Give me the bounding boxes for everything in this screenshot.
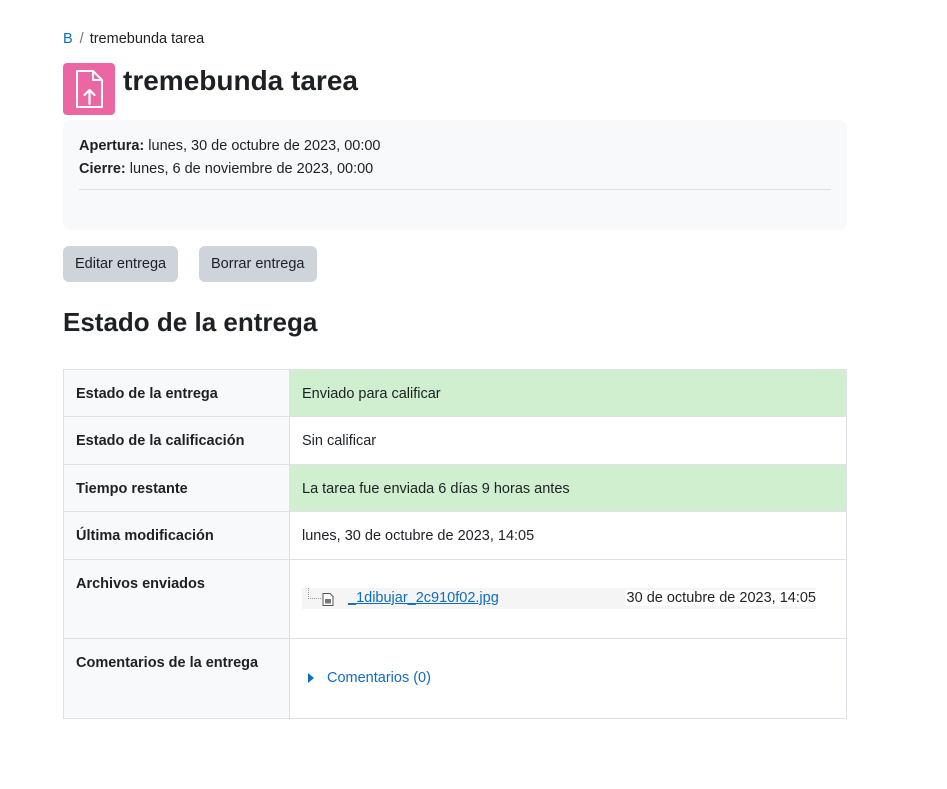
submission-status-table: Estado de la entrega Enviado para califi… bbox=[63, 369, 847, 719]
table-row-last-modified: Última modificación lunes, 30 de octubre… bbox=[63, 511, 847, 560]
file-date: 30 de octubre de 2023, 14:05 bbox=[624, 590, 816, 606]
delete-submission-button[interactable]: Borrar entrega bbox=[199, 246, 317, 282]
row-label: Última modificación bbox=[63, 511, 290, 560]
breadcrumb-current: tremebunda tarea bbox=[89, 31, 205, 47]
tree-connector bbox=[308, 588, 321, 599]
open-date-label: Apertura: bbox=[79, 138, 145, 154]
breadcrumb-separator: / bbox=[79, 31, 84, 47]
submission-status-value: Enviado para calificar bbox=[289, 369, 847, 417]
submitted-file-link[interactable]: _1dibujar_2c910f02.jpg bbox=[348, 590, 499, 606]
submission-comments-value: Comentarios (0) bbox=[289, 638, 847, 719]
comments-link[interactable]: Comentarios (0) bbox=[327, 670, 431, 686]
table-row-submission-comments: Comentarios de la entrega Comentarios (0… bbox=[63, 638, 847, 719]
caret-right-icon bbox=[308, 673, 314, 683]
table-row-submission-status: Estado de la entrega Enviado para califi… bbox=[63, 369, 847, 417]
last-modified-value: lunes, 30 de octubre de 2023, 14:05 bbox=[289, 511, 847, 560]
table-row-time-remaining: Tiempo restante La tarea fue enviada 6 d… bbox=[63, 464, 847, 512]
activity-dates: Apertura: lunes, 30 de octubre de 2023, … bbox=[63, 120, 847, 230]
row-label: Tiempo restante bbox=[63, 464, 290, 512]
close-date: Cierre: lunes, 6 de noviembre de 2023, 0… bbox=[79, 159, 373, 179]
comments-toggle[interactable]: Comentarios (0) bbox=[302, 670, 834, 686]
open-date: Apertura: lunes, 30 de octubre de 2023, … bbox=[79, 136, 380, 156]
row-label: Archivos enviados bbox=[63, 559, 290, 639]
page-title: tremebunda tarea bbox=[123, 65, 358, 96]
file-tree: _1dibujar_2c910f02.jpg 30 de octubre de … bbox=[302, 588, 816, 609]
grading-status-value: Sin calificar bbox=[289, 416, 847, 465]
table-row-submitted-files: Archivos enviados _1dibujar_2c910f02.jpg… bbox=[63, 559, 847, 639]
assignment-upload-icon bbox=[63, 63, 115, 115]
table-row-grading-status: Estado de la calificación Sin calificar bbox=[63, 416, 847, 465]
breadcrumb-course-link[interactable]: B bbox=[63, 31, 73, 47]
row-label: Estado de la entrega bbox=[63, 369, 290, 417]
divider bbox=[79, 189, 831, 190]
submitted-files-value: _1dibujar_2c910f02.jpg 30 de octubre de … bbox=[289, 559, 847, 639]
time-remaining-value: La tarea fue enviada 6 días 9 horas ante… bbox=[289, 464, 847, 512]
breadcrumb: B / tremebunda tarea bbox=[63, 30, 204, 48]
image-file-icon bbox=[322, 593, 334, 610]
close-date-label: Cierre: bbox=[79, 161, 126, 177]
close-date-value: lunes, 6 de noviembre de 2023, 00:00 bbox=[129, 161, 374, 177]
edit-submission-button[interactable]: Editar entrega bbox=[63, 246, 179, 282]
submission-status-heading: Estado de la entrega bbox=[63, 307, 318, 337]
open-date-value: lunes, 30 de octubre de 2023, 00:00 bbox=[148, 138, 381, 154]
row-label: Estado de la calificación bbox=[63, 416, 290, 465]
row-label: Comentarios de la entrega bbox=[63, 638, 290, 719]
